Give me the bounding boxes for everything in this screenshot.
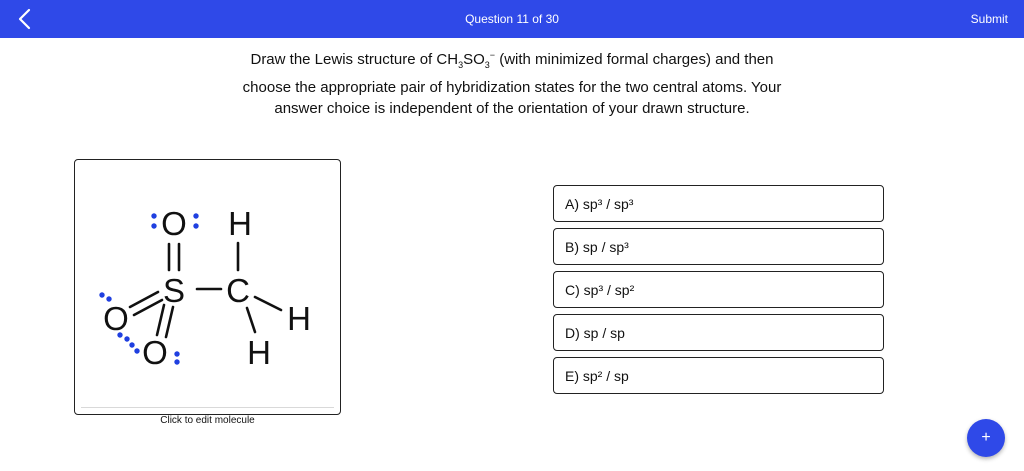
choice-label: C) sp³ / sp² <box>565 282 635 298</box>
atom-c: C <box>226 272 250 309</box>
atom-h-top: H <box>228 205 252 242</box>
atom-h-right: H <box>287 300 311 337</box>
molecule-editor[interactable]: O S C H H H O O <box>74 159 341 415</box>
choice-label: D) sp / sp <box>565 325 625 341</box>
submit-button[interactable]: Submit <box>971 12 1008 26</box>
question-text: Draw the Lewis structure of CH3SO3− (wit… <box>242 50 782 117</box>
choice-label: A) sp³ / sp³ <box>565 196 634 212</box>
choice-d[interactable]: D) sp / sp <box>553 314 884 351</box>
atom-o-bottom: O <box>142 334 168 371</box>
question-counter: Question 11 of 30 <box>465 12 559 26</box>
atom-s: S <box>163 272 185 309</box>
choice-b[interactable]: B) sp / sp³ <box>553 228 884 265</box>
edit-molecule-caption[interactable]: Click to edit molecule <box>74 415 341 426</box>
choice-label: B) sp / sp³ <box>565 239 629 255</box>
add-button[interactable]: + <box>967 419 1005 457</box>
top-bar: Question 11 of 30 Submit <box>0 0 1024 38</box>
atom-h-bottom: H <box>247 334 271 371</box>
choice-e[interactable]: E) sp² / sp <box>553 357 884 394</box>
molecule-drawing: O S C H H H O O <box>99 205 311 371</box>
choice-a[interactable]: A) sp³ / sp³ <box>553 185 884 222</box>
editor-divider <box>81 407 334 408</box>
atom-o-top: O <box>161 205 187 242</box>
atom-o-left: O <box>103 300 129 337</box>
choice-label: E) sp² / sp <box>565 368 629 384</box>
choice-c[interactable]: C) sp³ / sp² <box>553 271 884 308</box>
